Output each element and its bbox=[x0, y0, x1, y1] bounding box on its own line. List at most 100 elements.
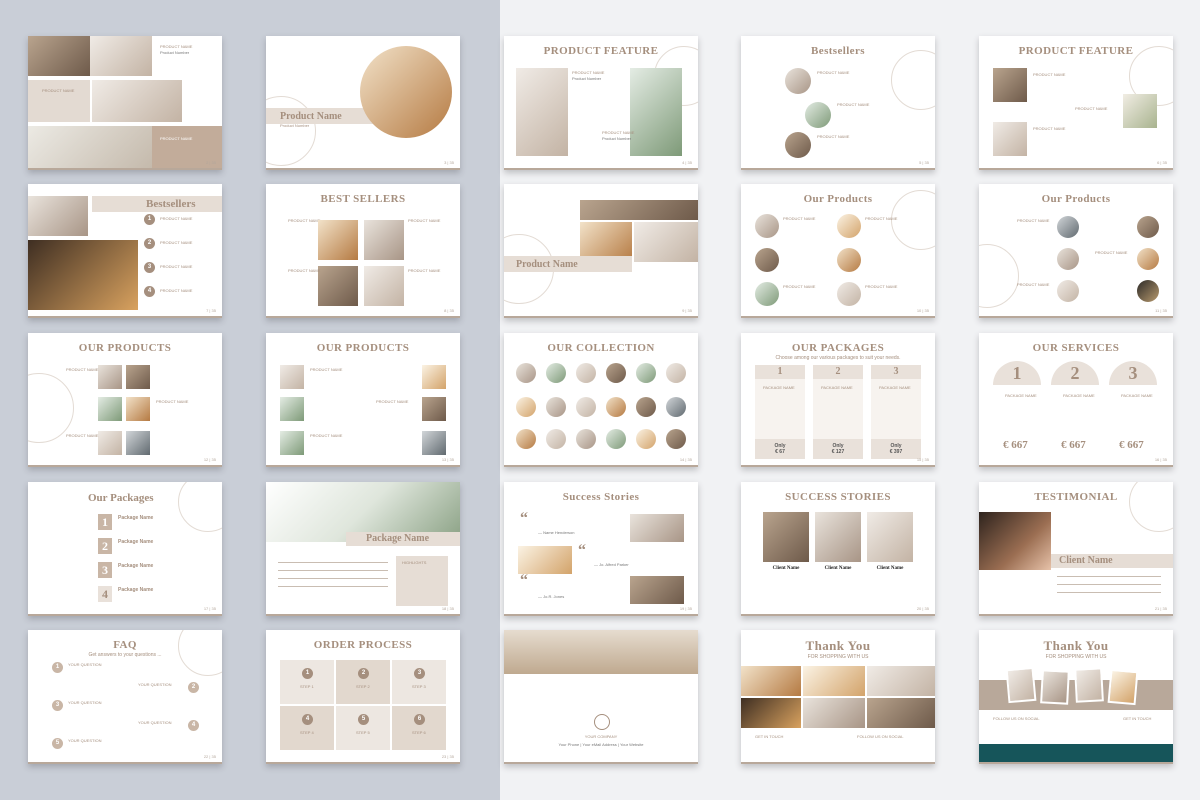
product-label: PRODUCT NAME bbox=[66, 367, 99, 372]
photo bbox=[28, 36, 90, 76]
slide-package-name[interactable]: Package Name HIGHLIGHTS 18 | 35 bbox=[266, 482, 460, 616]
slide-bestsellers-numbered[interactable]: Bestsellers 1 2 3 4 PRODUCT NAME PRODUCT… bbox=[28, 184, 222, 318]
sofa-photo bbox=[504, 630, 698, 674]
slide-title: OUR PRODUCTS bbox=[78, 342, 172, 354]
slide-product-feature-2[interactable]: PRODUCT FEATURE PRODUCT NAME PRODUCT NAM… bbox=[979, 36, 1173, 170]
page-number: 21 | 35 bbox=[1154, 606, 1167, 611]
slide-product-name[interactable]: Product Name Product Number 3 | 35 bbox=[266, 36, 460, 170]
slide-thank-you-2[interactable]: Thank You FOR SHOPPING WITH US FOLLOW US… bbox=[979, 630, 1173, 764]
package-number: 1 bbox=[98, 514, 112, 530]
photo bbox=[126, 397, 150, 421]
product-label: PRODUCT NAME bbox=[865, 284, 898, 289]
slide-our-services[interactable]: OUR SERVICES 1 2 3 PACKAGE NAME PACKAGE … bbox=[979, 333, 1173, 467]
photo bbox=[98, 397, 122, 421]
collection-circle bbox=[516, 363, 536, 383]
step-box bbox=[280, 660, 334, 704]
package-label: PACKAGE NAME bbox=[763, 385, 795, 390]
slide-our-packages[interactable]: OUR PACKAGES Choose among our various pa… bbox=[741, 333, 935, 467]
text-line bbox=[278, 578, 388, 579]
client-photo bbox=[630, 514, 684, 542]
photo bbox=[28, 126, 152, 168]
product-label: PRODUCT NAME bbox=[1033, 72, 1066, 77]
number-badge: 4 bbox=[188, 720, 199, 731]
product-label: PRODUCT NAME bbox=[310, 367, 343, 372]
package-number: 2 bbox=[98, 538, 112, 554]
text-line bbox=[1057, 592, 1161, 593]
polaroid-photo bbox=[1074, 667, 1104, 703]
package-label: PACKAGE NAME bbox=[879, 385, 911, 390]
slide-success-stories[interactable]: Success Stories “ “ “ — Name Henderson —… bbox=[504, 482, 698, 616]
product-label: PRODUCT NAME bbox=[865, 216, 898, 221]
photo bbox=[280, 365, 304, 389]
decor-ring bbox=[979, 244, 1019, 308]
number-badge: 2 bbox=[188, 682, 199, 693]
page-number: 17 | 35 bbox=[203, 606, 216, 611]
slide-title: OUR PACKAGES bbox=[791, 342, 885, 354]
decor-ring bbox=[266, 96, 316, 166]
page-number: 9 | 35 bbox=[682, 308, 692, 313]
product-circle bbox=[1137, 248, 1159, 270]
slide-product-collage[interactable]: PRODUCT NAME Product Number PRODUCT NAME… bbox=[28, 36, 222, 170]
product-label: PRODUCT NAME bbox=[1095, 250, 1128, 255]
client-name: Client Name bbox=[1059, 555, 1113, 566]
contact-heading: GET IN TOUCH bbox=[1123, 716, 1152, 721]
slide-our-products-grid-2[interactable]: OUR PRODUCTS PRODUCT NAME PRODUCT NAME P… bbox=[266, 333, 460, 467]
photo bbox=[92, 80, 182, 122]
photo bbox=[126, 365, 150, 389]
slide-testimonial[interactable]: TESTIMONIAL Client Name 21 | 35 bbox=[979, 482, 1173, 616]
collection-circle bbox=[516, 429, 536, 449]
page-number: 3 | 35 bbox=[444, 160, 454, 165]
collection-circle bbox=[546, 397, 566, 417]
product-circle bbox=[755, 248, 779, 272]
contact-heading: GET IN TOUCH bbox=[755, 734, 784, 739]
slide-faq[interactable]: FAQ Get answers to your questions ... 1 … bbox=[28, 630, 222, 764]
package-number: 3 bbox=[871, 365, 921, 379]
package-label: PACKAGE NAME bbox=[1005, 393, 1037, 398]
text-line bbox=[1057, 576, 1161, 577]
slide-product-name-2[interactable]: Product Name 9 | 35 bbox=[504, 184, 698, 318]
slide-our-products-circles[interactable]: Our Products PRODUCT NAME PRODUCT NAME P… bbox=[741, 184, 935, 318]
step-label: STEP 2 bbox=[356, 684, 370, 689]
package-number: 2 bbox=[813, 365, 863, 379]
slide-our-products-circles-2[interactable]: Our Products PRODUCT NAME PRODUCT NAME P… bbox=[979, 184, 1173, 318]
page-number: 19 | 35 bbox=[679, 606, 692, 611]
slide-our-products-grid[interactable]: OUR PRODUCTS PRODUCT NAME PRODUCT NAME P… bbox=[28, 333, 222, 467]
page-number: 6 | 35 bbox=[1157, 160, 1167, 165]
slide-title: Bestsellers bbox=[146, 198, 196, 210]
step-box bbox=[392, 706, 446, 750]
text-line bbox=[1057, 584, 1161, 585]
step-label: STEP 4 bbox=[300, 730, 314, 735]
photo bbox=[364, 220, 404, 260]
slide-order-process[interactable]: ORDER PROCESS 1 2 3 4 5 6 STEP 1 STEP 2 … bbox=[266, 630, 460, 764]
product-label: PRODUCT NAME bbox=[1017, 282, 1050, 287]
slide-our-collection[interactable]: OUR COLLECTION 14 | 35 bbox=[504, 333, 698, 467]
quote-icon: “ bbox=[520, 510, 528, 527]
number-badge: 3 bbox=[52, 700, 63, 711]
love-photo bbox=[28, 240, 138, 310]
slide-company-cover[interactable]: YOUR COMPANY Your Phone | Your eMail Add… bbox=[504, 630, 698, 764]
slide-product-feature[interactable]: PRODUCT FEATURE PRODUCT NAME Product Num… bbox=[504, 36, 698, 170]
page-number: 15 | 35 bbox=[916, 457, 929, 462]
collection-circle bbox=[576, 363, 596, 383]
slide-title: ORDER PROCESS bbox=[313, 639, 413, 651]
product-label: PRODUCT NAME bbox=[160, 136, 193, 141]
slide-thank-you[interactable]: Thank You FOR SHOPPING WITH US GET IN TO… bbox=[741, 630, 935, 764]
page-number: 23 | 35 bbox=[441, 754, 454, 759]
product-label: PRODUCT NAME bbox=[1017, 218, 1050, 223]
client-name: Client Name bbox=[772, 566, 800, 571]
photo bbox=[993, 122, 1027, 156]
product-circle bbox=[837, 214, 861, 238]
photo bbox=[1123, 94, 1157, 128]
service-price: € 667 bbox=[1061, 439, 1086, 451]
collection-circle bbox=[546, 363, 566, 383]
number-badge: 3 bbox=[144, 262, 155, 273]
slide-success-stories-clients[interactable]: SUCCESS STORIES Client Name Client Name … bbox=[741, 482, 935, 616]
product-label: PRODUCT NAME bbox=[160, 288, 193, 293]
product-label: PRODUCT NAME bbox=[408, 218, 441, 223]
photo bbox=[90, 36, 152, 76]
slide-our-packages-list[interactable]: Our Packages 1 2 3 4 Package Name Packag… bbox=[28, 482, 222, 616]
photo bbox=[803, 666, 865, 696]
slide-best-sellers-grid[interactable]: BEST SELLERS PRODUCT NAME PRODUCT NAME P… bbox=[266, 184, 460, 318]
photo bbox=[803, 698, 865, 728]
slide-bestsellers-circles[interactable]: Bestsellers PRODUCT NAME PRODUCT NAME PR… bbox=[741, 36, 935, 170]
